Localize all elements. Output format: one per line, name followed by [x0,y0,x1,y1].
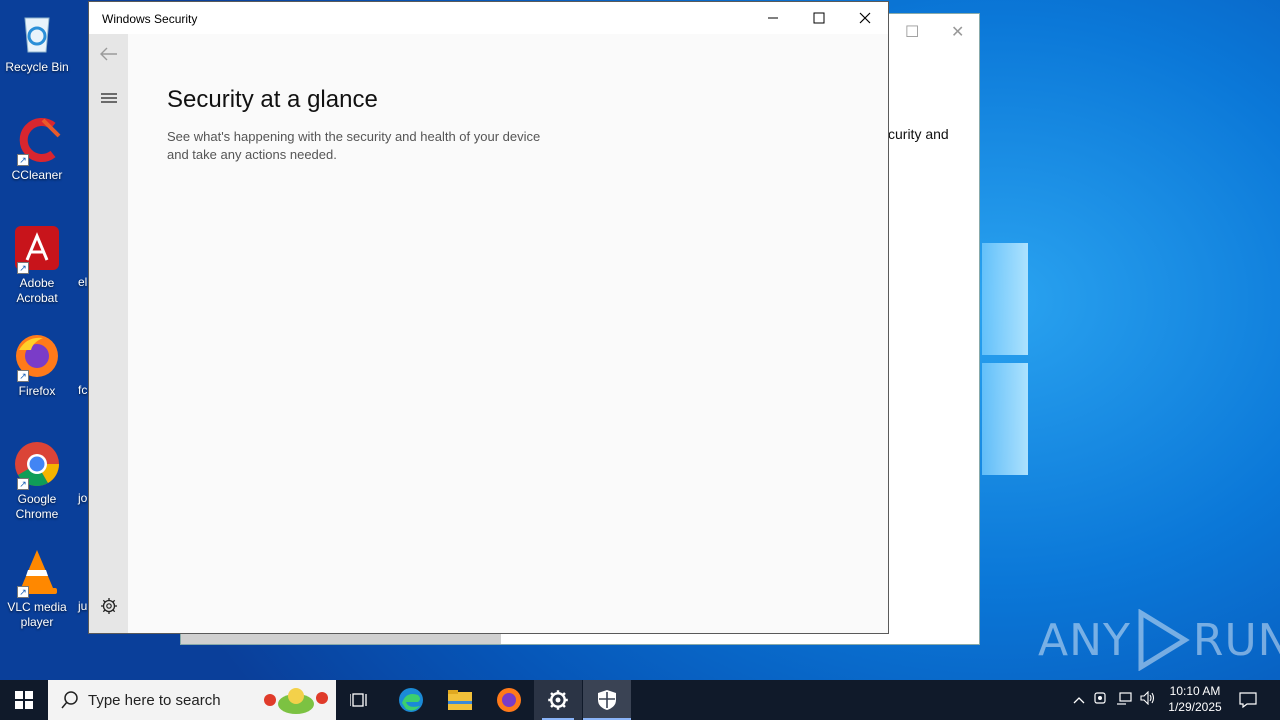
network-icon[interactable] [1112,691,1136,710]
settings-button[interactable] [97,594,121,618]
taskbar-file-explorer[interactable] [436,680,484,720]
tray-app-icon[interactable] [1088,691,1112,710]
desktop-icon-google-chrome[interactable]: ↗ Google Chrome [4,440,70,522]
search-icon [61,691,78,709]
clock-time: 10:10 AM [1169,684,1221,698]
chrome-icon: ↗ [13,440,61,490]
shield-icon [598,690,616,710]
task-view-icon [350,693,367,707]
maximize-icon [813,12,825,24]
task-view-button[interactable] [336,680,384,720]
taskbar-edge[interactable] [387,680,435,720]
desktop-icon-recycle-bin[interactable]: Recycle Bin [4,8,70,75]
horizontal-scrollbar[interactable] [181,634,501,644]
windows-security-window[interactable]: Windows Security Security at a glance Se… [88,1,889,634]
menu-button[interactable] [97,86,121,110]
desktop-icon-vlc[interactable]: ↗ VLC media player [4,548,70,630]
desktop-icon-label: VLC media player [7,600,67,629]
firefox-icon [497,688,521,712]
taskbar-clock[interactable]: 10:10 AM 1/29/2025 [1160,683,1230,715]
desktop-icon-label: Google Chrome [15,492,59,521]
window-title: Windows Security [102,12,198,26]
desktop-icon-label: Recycle Bin [5,60,69,74]
taskbar: Type here to search 10:10 AM 1/29/2025 [0,680,1280,720]
navigation-sidebar [89,34,128,633]
ccleaner-icon: ↗ [13,116,61,166]
system-tray [1070,680,1160,720]
desktop-icon-label: Firefox [18,384,56,398]
minimize-button[interactable] [750,2,796,34]
desktop-icon-label-partial: jo [78,491,88,505]
maximize-icon[interactable]: ☐ [905,22,919,42]
page-description: See what's happening with the security a… [167,129,541,162]
taskbar-firefox[interactable] [485,680,533,720]
desktop-icon-firefox[interactable]: ↗ Firefox [4,332,70,399]
back-button[interactable] [97,42,121,66]
taskbar-settings[interactable] [534,680,582,720]
gear-icon [101,598,117,614]
maximize-button[interactable] [796,2,842,34]
start-button[interactable] [0,680,48,720]
vlc-icon: ↗ [13,548,61,598]
show-hidden-icons-chevron-icon[interactable] [1070,691,1088,709]
title-bar[interactable]: Windows Security [89,2,888,34]
back-arrow-icon [100,47,117,61]
windows-start-icon [15,691,33,709]
search-placeholder: Type here to search [88,691,221,709]
desktop-icon-label-partial: el [78,275,88,289]
edge-icon [399,688,423,712]
folder-icon [448,690,472,710]
desktop-icon-label-partial: ju [78,599,88,613]
desktop-icon-ccleaner[interactable]: ↗ CCleaner [4,116,70,183]
anyrun-watermark: ANY RUN [1038,608,1280,672]
gear-icon [548,690,568,710]
desktop-icon-label-partial: fc [78,383,88,397]
watermark-text-right: RUN [1192,614,1280,666]
hamburger-menu-icon [101,93,117,103]
page-title: Security at a glance [167,86,378,113]
watermark-text-left: ANY [1038,614,1131,666]
action-center-button[interactable] [1230,680,1266,720]
close-icon [859,12,871,24]
taskbar-windows-security[interactable] [583,680,631,720]
notification-icon [1239,692,1257,708]
volume-icon[interactable] [1136,690,1160,710]
background-window-text: curity and [888,126,949,142]
adobe-acrobat-icon: ↗ [13,224,61,274]
recycle-bin-icon [13,8,61,56]
minimize-icon [768,17,778,19]
close-button[interactable] [842,2,888,34]
clock-date: 1/29/2025 [1168,700,1222,714]
firefox-icon: ↗ [13,332,61,382]
desktop-icon-label: Adobe Acrobat [16,276,58,305]
search-highlight-snake-icon [264,688,328,714]
play-logo-icon [1138,609,1190,671]
desktop-icon-adobe-acrobat[interactable]: ↗ Adobe Acrobat [4,224,70,306]
taskbar-search-box[interactable]: Type here to search [48,680,336,720]
desktop-icon-label: CCleaner [11,168,63,182]
main-content: Security at a glance See what's happenin… [167,86,547,164]
close-icon[interactable]: ✕ [951,22,964,42]
